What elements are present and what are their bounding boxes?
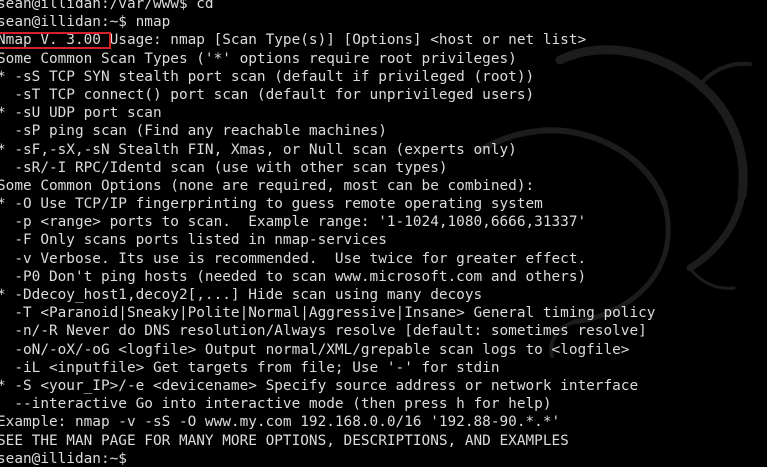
terminal-line: -P0 Don't ping hosts (needed to scan www…: [0, 268, 587, 285]
terminal-line: -oN/-oX/-oG <logfile> Output normal/XML/…: [0, 341, 630, 358]
terminal-line: -p <range> ports to scan. Example range:…: [0, 214, 587, 231]
terminal-line: --interactive Go into interactive mode (…: [0, 396, 552, 413]
terminal-line: -iL <inputfile> Get targets from file; U…: [0, 359, 500, 376]
terminal-prompt-line[interactable]: sean@illidan:~$: [0, 450, 655, 467]
terminal-line: -T <Paranoid|Sneaky|Polite|Normal|Aggres…: [0, 305, 656, 322]
terminal-window[interactable]: sean@illidan:/var/www$ cd sean@illidan:~…: [0, 0, 767, 467]
terminal-line: Some Common Options (none are required, …: [0, 177, 535, 194]
terminal-line: * -sS TCP SYN stealth port scan (default…: [0, 68, 535, 85]
terminal-line: -sP ping scan (Find any reachable machin…: [0, 123, 387, 140]
terminal-line: * -sF,-sX,-sN Stealth FIN, Xmas, or Null…: [0, 141, 517, 158]
terminal-line: -sR/-I RPC/Identd scan (use with other s…: [0, 159, 448, 176]
terminal-line: * -Ddecoy_host1,decoy2[,...] Hide scan u…: [0, 287, 483, 303]
terminal-line: * -O Use TCP/IP fingerprinting to guess …: [0, 196, 543, 213]
terminal-line: -n/-R Never do DNS resolution/Always res…: [0, 323, 647, 340]
terminal-line: -F Only scans ports listed in nmap-servi…: [0, 232, 387, 249]
shell-prompt: sean@illidan:~$: [0, 450, 127, 467]
terminal-line: Some Common Scan Types ('*' options requ…: [0, 50, 517, 67]
terminal-line: -v Verbose. Its use is recommended. Use …: [0, 250, 587, 267]
terminal-line: sean@illidan:/var/www$ cd: [0, 0, 214, 12]
text-cursor: [129, 450, 138, 465]
terminal-line: * -sU UDP port scan: [0, 105, 162, 122]
terminal-line: -sT TCP connect() port scan (default for…: [0, 86, 535, 103]
terminal-line: Example: nmap -v -sS -O www.my.com 192.1…: [0, 414, 561, 431]
terminal-line: Nmap V. 3.00 Usage: nmap [Scan Type(s)] …: [0, 32, 587, 49]
terminal-output: sean@illidan:/var/www$ cd sean@illidan:~…: [0, 0, 655, 467]
terminal-line: sean@illidan:~$ nmap: [0, 14, 171, 31]
terminal-line: SEE THE MAN PAGE FOR MANY MORE OPTIONS, …: [0, 432, 569, 449]
terminal-line: * -S <your_IP>/-e <devicename> Specify s…: [0, 377, 639, 394]
